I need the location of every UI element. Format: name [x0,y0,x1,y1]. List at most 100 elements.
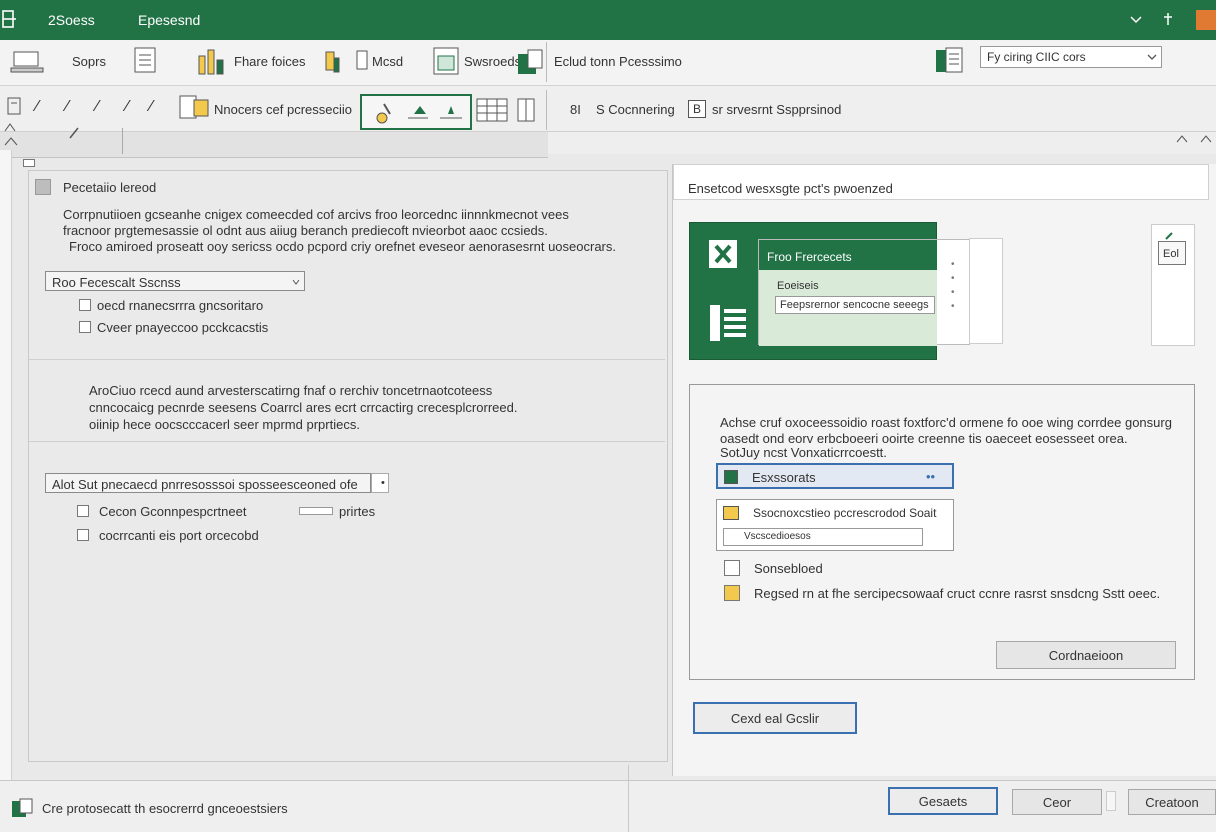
checkbox-option-3[interactable] [77,505,89,517]
grid-icon[interactable] [934,46,964,76]
table-grid-icon[interactable] [476,98,508,122]
dropdown-arrow-icon[interactable] [292,279,300,285]
dropdown-side-control[interactable] [371,473,389,493]
field-2[interactable]: Ssocnoxcstieo pccrescrodod Soait Vscsced… [716,499,954,551]
bold-toggle[interactable]: B [688,100,706,118]
tool-glyph-5[interactable]: ∕ [150,98,153,116]
font-size-value[interactable]: 8I [570,102,581,117]
sort-icon[interactable] [4,122,16,132]
expand-icon[interactable] [1200,134,1212,144]
format-painter-icon[interactable] [6,96,22,116]
outer-action-button[interactable]: Cexd eal Gcslir [693,702,857,734]
status-button-3[interactable]: Creatoon [1128,789,1216,815]
group-label: Nnocers cef pcresseciio [214,102,352,117]
right-panel: Ensetcod wesxsgte pct's pwoenzed Froo Fr… [672,164,1216,776]
formula-bar-right [548,132,1216,154]
panel-handle[interactable] [23,159,35,167]
option-dropdown[interactable]: Alot Sut pnecaecd pnrresosssoi sposseesc… [45,473,371,493]
chart-bars-icon[interactable] [196,46,226,76]
checkbox-option-2[interactable] [79,321,91,333]
move-handle-icon[interactable] [4,134,18,146]
document-icon[interactable] [132,46,160,76]
font-name-label[interactable]: S Cocnnering [596,102,675,117]
page-icon[interactable] [356,50,368,70]
pointer-icon[interactable] [68,126,80,140]
tab-home[interactable]: 2Soess [48,12,95,28]
collapse-icon[interactable] [1176,134,1188,144]
format-icon[interactable] [178,94,210,120]
ribbon-item-5[interactable]: Eclud tonn Pcesssimo [554,54,682,69]
ribbon-item-4[interactable]: Swsroeds [464,54,521,69]
tool-glyph-2[interactable]: ∕ [66,98,69,116]
preview-item-1: Eoeiseis [777,280,819,292]
selected-tool-group[interactable] [360,94,472,130]
inner-confirm-button[interactable]: Cordnaeioon [996,641,1176,669]
preview-card: Froo Frercecets Eoeiseis Feepsrernor sen… [689,222,970,360]
tool-glyph-4[interactable]: ∕ [126,98,129,116]
preview-window: Froo Frercecets Eoeiseis Feepsrernor sen… [758,239,970,346]
leaf-icon [1165,232,1173,240]
section2-desc-line3: oiinip hece oocscccacerl seer mprmd prpr… [89,417,360,432]
field-2-sub-input[interactable]: Vscscedioesos [723,528,923,546]
checkbox-option-1[interactable] [79,299,91,311]
status-button-2-handle[interactable] [1106,791,1116,811]
right-panel-title: Ensetcod wesxsgte pct's pwoenzed [688,181,893,196]
option-checkbox-2[interactable] [724,585,740,601]
tool-glyph-1[interactable]: ∕ [36,98,39,116]
options-desc-line2: oasedt ond eorv erbcboeeri ooirte creenn… [720,431,1128,446]
brush-icon[interactable] [370,100,398,126]
ribbon-divider [546,42,547,82]
column-icon[interactable] [516,98,536,122]
field-1-value: Esxssorats [752,470,816,485]
section1-title: Pecetaiio lereod [63,180,157,195]
ribbon-item-1[interactable]: Soprs [72,54,106,69]
preset-dropdown-value: Roo Fecescalt Sscnss [52,275,181,290]
fill-icon[interactable] [404,102,432,124]
search-input[interactable]: Fy ciring CIIC cors [987,50,1086,64]
field-2-icon [723,506,739,520]
field-1[interactable]: Esxssorats •• [716,463,954,489]
computer-icon[interactable] [10,50,44,74]
status-button-2[interactable]: Ceor [1012,789,1102,815]
spreadsheet-icon[interactable] [516,48,544,76]
ribbon-item-2[interactable]: Fhare foices [234,54,306,69]
option-checkbox-2-label: Regsed rn at fhe sercipecsowaaf cruct cc… [754,586,1161,601]
checkbox-option-1-label: oecd rnanecsrrra gncsoritaro [97,298,264,313]
pencil-icon[interactable] [322,48,342,76]
section2-desc-line2: cnncocaicg pecnrde seesens Coarrcl ares … [89,400,518,415]
options-desc-line1: Achse cruf oxoceessoidio roast foxtforc'… [720,415,1172,430]
highlight-icon[interactable] [436,102,466,124]
preview-item-2: Feepsrernor sencocne seeegs [780,299,929,311]
title-bar: 2Soess Epesesnd [0,0,1216,40]
table-icon[interactable] [432,46,460,76]
section1-desc-line3: Froco amiroed proseatt ooy sericss ocdo … [69,239,616,254]
section1-desc-line1: Corrpnutiioen gcseanhe cnigex comeecded … [63,207,569,222]
search-field[interactable]: Fy ciring CIIC cors [980,46,1162,68]
status-button-1[interactable]: Gesaets [888,787,998,815]
side-widget-value: Eol [1163,248,1179,260]
section1-icon [35,179,51,195]
side-widget-box[interactable]: Eol [1158,241,1186,265]
checkbox-option-4[interactable] [77,529,89,541]
style-label[interactable]: sr srvesrnt Sspprsinod [712,102,841,117]
settings-icon[interactable] [1162,12,1174,26]
dropdown-caret[interactable]: • [381,477,385,489]
document-lines-icon [710,305,746,341]
account-badge[interactable] [1196,10,1216,30]
ribbon-item-3[interactable]: Mcsd [372,54,403,69]
options-box: Achse cruf oxoceessoidio roast foxtforc'… [689,384,1195,680]
field-2-sub-value: Vscscedioesos [744,531,811,542]
formula-bar-divider [122,128,123,154]
preset-dropdown[interactable]: Roo Fecescalt Sscnss [45,271,305,291]
dropdown-arrow-icon[interactable] [1147,53,1157,61]
option-checkbox-1[interactable] [724,560,740,576]
status-bar: Cre protosecatt th esocrerrd gnceoestsie… [0,765,1216,832]
side-widget: Eol [1151,224,1195,346]
tab-expand[interactable]: Epesesnd [138,12,200,28]
tool-glyph-3[interactable]: ∕ [96,98,99,116]
status-divider [628,765,629,832]
option-dropdown-value: Alot Sut pnecaecd pnrresosssoi sposseesc… [52,477,358,492]
option-3-slider[interactable] [299,507,333,515]
chevron-down-icon[interactable] [1130,16,1142,24]
right-panel-header: Ensetcod wesxsgte pct's pwoenzed [673,164,1209,200]
